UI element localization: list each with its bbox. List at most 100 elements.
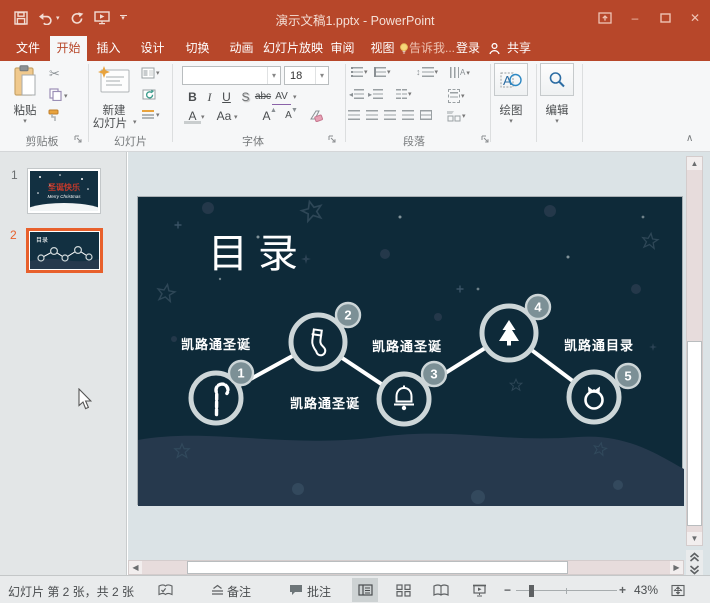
tab-review[interactable]: 审阅	[324, 36, 361, 61]
slide-sorter-view-button[interactable]	[390, 578, 416, 602]
underline-button[interactable]: U	[218, 89, 235, 105]
drawing-dropdown-icon[interactable]: ▾	[490, 117, 532, 125]
char-spacing-button[interactable]: AV	[272, 89, 291, 105]
copy-icon[interactable]	[49, 88, 62, 101]
slide-editor[interactable]: 1 2	[137, 196, 683, 505]
font-size-combobox[interactable]: 18▾	[284, 66, 329, 85]
font-dialog-launcher-icon[interactable]	[328, 135, 336, 143]
ribbon-display-options-icon[interactable]	[590, 0, 620, 36]
toc-label-2[interactable]: 凯路通圣诞	[342, 336, 472, 355]
clear-formatting-icon[interactable]	[308, 109, 323, 122]
change-case-dropdown-icon[interactable]: ▾	[234, 113, 238, 121]
tab-home[interactable]: 开始	[50, 36, 87, 61]
zoom-slider-handle[interactable]	[529, 585, 534, 597]
slide2-thumbnail-selected[interactable]: 目录	[26, 228, 103, 273]
italic-button[interactable]: I	[201, 89, 218, 105]
font-color-dropdown-icon[interactable]: ▾	[201, 113, 205, 121]
tab-view[interactable]: 视图	[364, 36, 401, 61]
tab-animations[interactable]: 动画	[223, 36, 260, 61]
slide1-thumbnail[interactable]: 圣诞快乐 Merry Christmas	[28, 169, 100, 213]
text-direction-icon[interactable]: A▾	[450, 67, 470, 78]
notes-toggle[interactable]: 备注	[227, 583, 251, 600]
scroll-up-icon[interactable]: ▲	[687, 157, 702, 170]
reading-view-button[interactable]	[428, 578, 454, 602]
normal-view-button[interactable]	[352, 578, 378, 602]
scroll-down-icon[interactable]: ▼	[687, 532, 702, 545]
badge-3-number: 3	[430, 367, 437, 382]
signin-link[interactable]: 登录	[450, 36, 486, 61]
toc-item-1[interactable]: 1	[191, 361, 253, 423]
font-name-combobox[interactable]: ▾	[182, 66, 281, 85]
scroll-right-icon[interactable]: ▶	[670, 561, 683, 574]
drawing-button[interactable]: A	[494, 63, 528, 96]
layout-icon[interactable]: ▾	[141, 67, 160, 79]
toc-item-5[interactable]: 5	[569, 364, 640, 422]
minimize-icon[interactable]: –	[620, 0, 650, 36]
horizontal-scroll-thumb[interactable]	[187, 561, 568, 574]
distribute-icon[interactable]	[420, 110, 432, 120]
font-size-dropdown-icon[interactable]: ▾	[315, 67, 328, 84]
align-left-icon[interactable]	[348, 110, 360, 120]
tab-slideshow[interactable]: 幻灯片放映	[262, 36, 324, 61]
new-slide-dropdown-icon[interactable]: ▾	[133, 118, 137, 126]
tab-design[interactable]: 设计	[134, 36, 171, 61]
clipboard-dialog-launcher-icon[interactable]	[74, 135, 82, 143]
paste-dropdown-icon[interactable]: ▾	[4, 117, 46, 125]
align-center-icon[interactable]	[366, 110, 378, 120]
spell-check-icon[interactable]	[158, 584, 174, 597]
vertical-scroll-thumb[interactable]	[687, 341, 702, 526]
decrease-indent-icon[interactable]: ◂	[349, 89, 364, 99]
share-button[interactable]: 共享	[501, 36, 537, 61]
line-spacing-icon[interactable]: ↕▾	[416, 67, 438, 77]
slide1-number: 1	[11, 168, 18, 182]
numbering-icon[interactable]: ▾	[374, 67, 391, 77]
zoom-out-icon[interactable]: −	[504, 583, 511, 597]
tab-file[interactable]: 文件	[6, 36, 50, 61]
section-icon[interactable]: ▾	[141, 109, 160, 121]
toc-label-4[interactable]: 凯路通目录	[534, 335, 664, 354]
horizontal-scrollbar[interactable]: ◀ ▶	[128, 560, 684, 575]
cut-icon[interactable]: ✂	[49, 66, 60, 82]
align-right-icon[interactable]	[384, 110, 396, 120]
paragraph-dialog-launcher-icon[interactable]	[481, 135, 489, 143]
zoom-slider-track[interactable]	[516, 590, 617, 592]
zoom-in-icon[interactable]: +	[619, 583, 626, 597]
bullets-icon[interactable]: ▾	[351, 67, 368, 77]
scroll-left-icon[interactable]: ◀	[129, 561, 142, 574]
comments-toggle[interactable]: 批注	[307, 583, 331, 600]
previous-slide-button[interactable]	[686, 550, 703, 563]
new-slide-button[interactable]	[97, 66, 130, 97]
slide2-number: 2	[10, 228, 17, 242]
strikethrough-button[interactable]: abc	[253, 89, 273, 105]
maximize-icon[interactable]	[650, 0, 680, 36]
editing-button[interactable]	[540, 63, 574, 96]
editing-dropdown-icon[interactable]: ▾	[536, 117, 578, 125]
slide-title[interactable]: 目录	[208, 221, 308, 279]
fit-slide-to-window-icon[interactable]	[671, 584, 685, 597]
font-name-dropdown-icon[interactable]: ▾	[267, 67, 280, 84]
change-case-button[interactable]: Aa	[214, 108, 234, 124]
tab-tellme[interactable]: 告诉我...	[409, 36, 455, 61]
convert-smartart-icon[interactable]: ▾	[446, 110, 466, 122]
justify-icon[interactable]	[402, 110, 414, 120]
tab-insert[interactable]: 插入	[90, 36, 127, 61]
align-text-icon[interactable]: ▾	[448, 89, 465, 103]
reset-slide-icon[interactable]	[142, 87, 156, 100]
vertical-scrollbar[interactable]: ▲ ▼	[686, 156, 703, 546]
paste-button[interactable]	[12, 65, 38, 99]
bold-button[interactable]: B	[184, 89, 201, 105]
toc-label-3[interactable]: 凯路通圣诞	[260, 393, 390, 412]
collapse-ribbon-icon[interactable]: ∧	[686, 133, 693, 144]
text-shadow-button[interactable]: S	[237, 89, 254, 105]
columns-icon[interactable]: ▾	[396, 89, 412, 99]
format-painter-icon[interactable]	[48, 109, 62, 123]
close-icon[interactable]: ✕	[680, 0, 710, 36]
copy-dropdown-icon[interactable]: ▾	[64, 92, 68, 100]
slideshow-view-button[interactable]	[466, 578, 492, 602]
char-spacing-dropdown-icon[interactable]: ▾	[293, 93, 297, 101]
tab-transitions[interactable]: 切换	[179, 36, 216, 61]
zoom-level[interactable]: 43%	[634, 583, 658, 597]
increase-indent-icon[interactable]: ▸	[368, 89, 383, 99]
font-color-button[interactable]: A	[184, 108, 201, 124]
toc-label-1[interactable]: 凯路通圣诞	[151, 334, 281, 353]
